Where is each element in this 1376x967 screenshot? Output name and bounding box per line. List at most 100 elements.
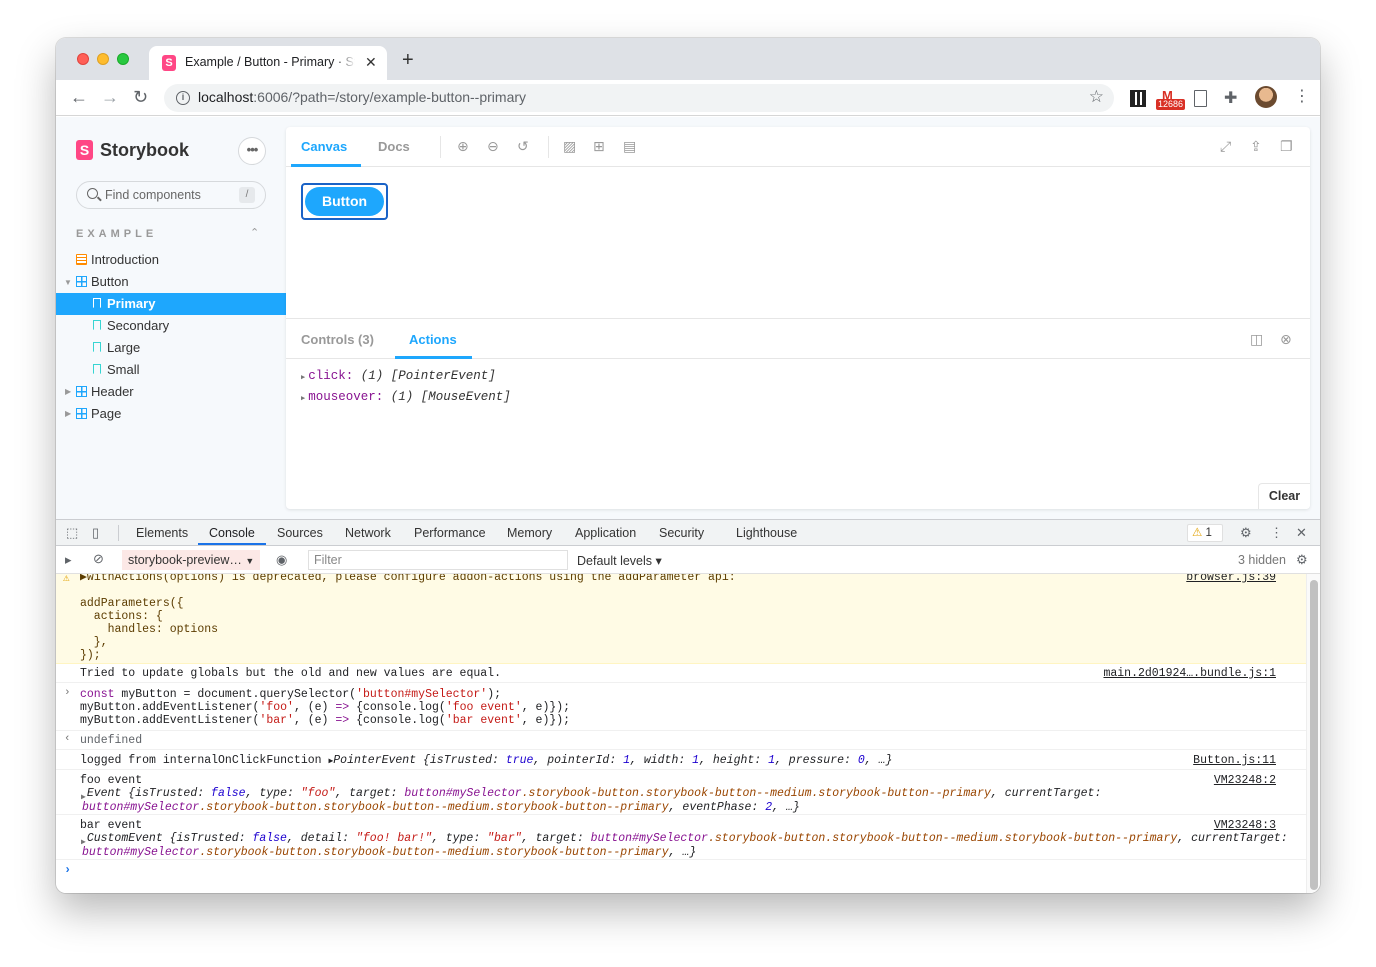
devtools-divider [118, 525, 119, 541]
extensions-puzzle-icon[interactable]: ✚ [1224, 88, 1237, 107]
console-settings-gear-icon[interactable]: ⚙ [1296, 552, 1308, 567]
sidebar-item-introduction[interactable]: Introduction [56, 249, 286, 271]
reload-icon[interactable]: ↻ [133, 87, 148, 107]
tab-console[interactable]: Console [209, 526, 255, 540]
sidebar-item-label: Primary [107, 296, 156, 311]
fullscreen-icon[interactable]: ⤢ [1220, 138, 1231, 154]
site-info-icon[interactable]: i [176, 91, 190, 105]
tab-sources[interactable]: Sources [277, 526, 323, 540]
inspect-element-icon[interactable]: ⬚ [66, 525, 78, 540]
devtools-menu-icon[interactable]: ⋮ [1270, 525, 1283, 540]
source-link[interactable]: VM23248:2 [1214, 774, 1276, 787]
bookmark-icon [93, 320, 101, 330]
close-devtools-icon[interactable]: ✕ [1296, 525, 1307, 540]
expand-caret-icon[interactable]: ▶ [81, 837, 86, 847]
scrollbar-thumb[interactable] [1310, 580, 1318, 890]
sidebar-item-primary[interactable]: Primary [56, 293, 286, 315]
active-tab-indicator [291, 164, 361, 167]
tab-application[interactable]: Application [575, 526, 636, 540]
action-log-item[interactable]: ▶ mouseover: (1) [MouseEvent] [301, 390, 511, 404]
sidebar-item-small[interactable]: Small [56, 359, 286, 381]
zoom-reset-icon[interactable]: ↺ [517, 138, 529, 154]
tab-docs[interactable]: Docs [378, 139, 410, 154]
tab-security[interactable]: Security [659, 526, 704, 540]
search-box[interactable]: / [76, 181, 266, 209]
warning-text: ▶withActions(options) is deprecated, ple… [80, 574, 736, 584]
warning-count-badge[interactable]: ⚠ 1 [1187, 524, 1223, 542]
zoom-out-icon[interactable]: ⊖ [487, 138, 499, 154]
tab-elements[interactable]: Elements [136, 526, 188, 540]
expand-caret-icon: ▶ [301, 395, 306, 403]
console-scrollbar[interactable] [1306, 574, 1320, 893]
expand-caret-icon[interactable]: ▶ [81, 792, 86, 802]
copy-link-icon[interactable]: ❐ [1280, 138, 1293, 154]
panel-orientation-icon[interactable]: ◫ [1250, 331, 1263, 347]
action-name: mouseover: [308, 390, 384, 404]
tab-network[interactable]: Network [345, 526, 391, 540]
action-log-item[interactable]: ▶ click: (1) [PointerEvent] [301, 369, 496, 383]
tab-canvas[interactable]: Canvas [301, 139, 347, 154]
gmail-extension-icon[interactable]: M 12686 [1156, 88, 1186, 110]
console-toolbar: ▸ ⊘ storybook-preview… ▼ ◉ Default level… [56, 546, 1320, 574]
source-link[interactable]: VM23248:3 [1214, 819, 1276, 832]
context-selector[interactable]: storybook-preview… ▼ [122, 550, 260, 570]
console-prompt-icon[interactable]: › [64, 863, 71, 877]
tab-performance[interactable]: Performance [414, 526, 486, 540]
qr-code-extension-icon[interactable] [1130, 90, 1146, 107]
search-input[interactable] [105, 188, 235, 202]
tab-actions[interactable]: Actions [409, 332, 457, 347]
source-link[interactable]: main.2d01924….bundle.js:1 [1103, 667, 1276, 680]
address-bar[interactable]: i localhost:6006/?path=/story/example-bu… [164, 84, 1114, 112]
back-arrow-icon[interactable]: ← [70, 87, 88, 107]
clear-actions-button[interactable]: Clear [1258, 483, 1310, 509]
tab-lighthouse[interactable]: Lighthouse [736, 526, 797, 540]
sidebar-toggle-icon[interactable]: ▸ [65, 552, 72, 567]
primary-button-label: Button [305, 187, 384, 216]
primary-button[interactable]: Button [301, 183, 388, 220]
source-link[interactable]: browser.js:39 [1186, 574, 1276, 584]
log-text: Tried to update globals but the old and … [80, 667, 501, 680]
url-host: localhost [198, 89, 254, 105]
sidebar-menu-button[interactable]: ••• [238, 137, 266, 165]
background-image-icon[interactable]: ▨ [563, 138, 576, 154]
dropdown-arrow-icon: ▼ [245, 556, 255, 566]
device-toolbar-icon[interactable]: ▯ [92, 525, 99, 540]
sidebar-item-button[interactable]: ▼ Button [56, 271, 286, 293]
live-expression-eye-icon[interactable]: ◉ [276, 552, 287, 567]
bookmark-star-icon[interactable]: ☆ [1089, 87, 1104, 107]
event-object[interactable]: CustomEvent {isTrusted: false, detail: "… [82, 832, 1288, 859]
grid-icon[interactable]: ⊞ [593, 138, 605, 154]
log-text: foo event [80, 774, 143, 787]
share-icon[interactable]: ⇪ [1250, 138, 1262, 154]
bookmark-icon [93, 342, 101, 352]
sidebar-item-page[interactable]: ▶ Page [56, 403, 286, 425]
viewport-icon[interactable]: ▤ [623, 138, 636, 154]
toolbar-divider [440, 136, 441, 158]
url-text[interactable]: localhost:6006/?path=/story/example-butt… [198, 89, 526, 105]
minimize-window-button[interactable] [97, 53, 109, 65]
log-levels-dropdown[interactable]: Default levels ▾ [577, 553, 662, 568]
console-filter-input[interactable] [308, 550, 568, 570]
browser-menu-icon[interactable]: ⋮ [1294, 87, 1310, 107]
forward-arrow-icon[interactable]: → [101, 87, 119, 107]
zoom-in-icon[interactable]: ⊕ [457, 138, 469, 154]
page-extension-icon[interactable] [1194, 90, 1207, 107]
tab-controls[interactable]: Controls (3) [301, 332, 374, 347]
new-tab-button[interactable]: + [402, 50, 414, 70]
maximize-window-button[interactable] [117, 53, 129, 65]
close-tab-icon[interactable]: ✕ [365, 54, 377, 70]
input-code: const myButton = document.querySelector(… [80, 688, 571, 727]
sidebar-item-header[interactable]: ▶ Header [56, 381, 286, 403]
expand-collapse-icon[interactable]: ⌃ [250, 226, 259, 239]
profile-avatar[interactable] [1255, 86, 1277, 108]
clear-console-icon[interactable]: ⊘ [93, 551, 104, 566]
sidebar-item-secondary[interactable]: Secondary [56, 315, 286, 337]
tab-memory[interactable]: Memory [507, 526, 552, 540]
sidebar-item-large[interactable]: Large [56, 337, 286, 359]
event-object[interactable]: Event {isTrusted: false, type: "foo", ta… [82, 787, 1101, 814]
source-link[interactable]: Button.js:11 [1193, 754, 1276, 767]
close-panel-icon[interactable]: ⊗ [1280, 331, 1292, 347]
close-window-button[interactable] [77, 53, 89, 65]
browser-tab[interactable]: S Example / Button - Primary · Storybook… [149, 46, 387, 80]
settings-gear-icon[interactable]: ⚙ [1240, 525, 1252, 540]
